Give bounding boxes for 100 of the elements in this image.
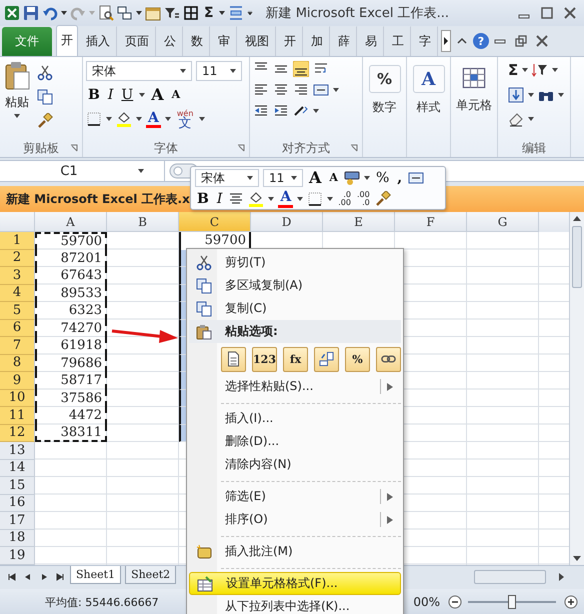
sum-button[interactable]: Σ bbox=[202, 5, 216, 21]
zoom-slider[interactable] bbox=[468, 595, 556, 610]
paste-option-button[interactable] bbox=[221, 346, 246, 372]
row-header[interactable]: 12 bbox=[0, 424, 35, 442]
italic-button[interactable]: I bbox=[214, 190, 224, 206]
row-header[interactable]: 5 bbox=[0, 302, 35, 320]
calendar-icon[interactable] bbox=[145, 5, 161, 21]
layout-icon[interactable] bbox=[117, 5, 133, 21]
caret-icon[interactable] bbox=[164, 117, 171, 121]
caret-icon[interactable] bbox=[528, 93, 534, 97]
dialog-launcher-icon[interactable] bbox=[350, 144, 358, 152]
row-header[interactable]: 13 bbox=[0, 442, 35, 460]
merge-center-icon[interactable] bbox=[408, 170, 424, 186]
dialog-launcher-icon[interactable] bbox=[237, 144, 245, 152]
close-icon[interactable] bbox=[535, 34, 549, 48]
close-icon[interactable] bbox=[563, 6, 577, 20]
caret-icon[interactable] bbox=[528, 117, 534, 121]
cells-button[interactable]: 单元格 bbox=[454, 61, 494, 139]
menu-item[interactable]: 从下拉列表中选择(K)... bbox=[189, 595, 401, 614]
filter-icon[interactable] bbox=[164, 5, 180, 21]
undo-icon[interactable] bbox=[42, 5, 58, 21]
caret-icon[interactable] bbox=[139, 93, 146, 97]
decimal-button[interactable]: .00 .0 bbox=[356, 190, 371, 206]
caret-icon[interactable] bbox=[297, 196, 304, 200]
menu-item[interactable]: 选择性粘贴(S)... bbox=[189, 375, 401, 398]
comma-button[interactable]: , bbox=[395, 170, 404, 186]
row-header[interactable]: 17 bbox=[0, 512, 35, 530]
eraser-icon[interactable] bbox=[508, 111, 524, 127]
column-header[interactable]: F bbox=[395, 212, 467, 232]
row-header[interactable]: 19 bbox=[0, 547, 35, 564]
paste-option-button[interactable]: 123 bbox=[252, 346, 277, 372]
align-bottom-icon[interactable] bbox=[293, 61, 309, 77]
caret-icon[interactable] bbox=[522, 68, 528, 72]
menu-item[interactable]: 插入(I)... bbox=[189, 407, 401, 430]
font-size-field[interactable]: 11 bbox=[196, 61, 242, 81]
shrink-font-button[interactable]: A bbox=[327, 170, 340, 186]
border-icon[interactable] bbox=[307, 190, 324, 206]
row-header[interactable]: 10 bbox=[0, 390, 35, 407]
sheet-tab[interactable]: Sheet2 bbox=[125, 566, 176, 584]
caret-icon[interactable] bbox=[136, 117, 142, 121]
phonetic-button[interactable]: wén 文 bbox=[174, 109, 196, 129]
shrink-font-button[interactable]: A bbox=[170, 86, 182, 104]
caret-icon[interactable] bbox=[558, 93, 564, 97]
menu-item[interactable]: 删除(D)... bbox=[189, 430, 401, 453]
number-button[interactable]: % 数字 bbox=[366, 61, 403, 139]
row-header[interactable]: 4 bbox=[0, 284, 35, 302]
decimal-button[interactable]: .0 .00 bbox=[337, 190, 352, 206]
menu-item[interactable]: 清除内容(N) bbox=[189, 453, 401, 476]
help-button[interactable]: ? bbox=[473, 33, 489, 49]
styles-button[interactable]: A 样式 bbox=[410, 61, 447, 139]
file-tab[interactable]: 文件 bbox=[2, 27, 52, 56]
name-box[interactable]: C1 bbox=[0, 161, 165, 181]
underline-button[interactable]: U bbox=[119, 86, 136, 104]
merge-center-icon[interactable] bbox=[313, 82, 329, 98]
font-name-field[interactable]: 宋体 bbox=[195, 169, 259, 187]
autosum-button[interactable]: Σ bbox=[508, 61, 518, 79]
row-header[interactable]: 15 bbox=[0, 477, 35, 494]
scroll-thumb[interactable] bbox=[572, 226, 582, 288]
grow-font-button[interactable]: A bbox=[307, 170, 324, 186]
caret-icon[interactable] bbox=[327, 196, 334, 200]
column-header[interactable]: A bbox=[35, 212, 107, 232]
save-icon[interactable] bbox=[23, 5, 39, 21]
zoom-out-icon[interactable] bbox=[448, 595, 462, 610]
vertical-scrollbar[interactable] bbox=[569, 212, 584, 564]
row-header[interactable]: 7 bbox=[0, 337, 35, 354]
maximize-icon[interactable] bbox=[540, 6, 554, 20]
align-center-icon[interactable] bbox=[228, 190, 244, 206]
menu-item[interactable]: 多区域复制(A) bbox=[189, 274, 401, 297]
caret-icon[interactable] bbox=[61, 11, 67, 15]
row-header[interactable]: 16 bbox=[0, 494, 35, 512]
caret-icon[interactable] bbox=[313, 109, 319, 113]
bold-button[interactable]: B bbox=[195, 190, 211, 206]
paste-option-button[interactable] bbox=[314, 346, 339, 372]
caret-icon[interactable] bbox=[333, 88, 339, 92]
percent-button[interactable]: % bbox=[374, 170, 392, 186]
caret-icon[interactable] bbox=[199, 117, 206, 121]
caret-icon[interactable] bbox=[268, 196, 274, 200]
row-header[interactable]: 3 bbox=[0, 267, 35, 284]
column-header[interactable]: B bbox=[107, 212, 179, 232]
print-preview-icon[interactable] bbox=[98, 5, 114, 21]
bold-button[interactable]: B bbox=[86, 86, 102, 104]
row-header[interactable]: 1 bbox=[0, 232, 35, 250]
row-header[interactable]: 8 bbox=[0, 354, 35, 372]
column-header[interactable]: E bbox=[323, 212, 395, 232]
menu-item[interactable]: 排序(O) bbox=[189, 508, 401, 531]
paste-option-button[interactable]: fx bbox=[283, 346, 308, 372]
column-header[interactable]: D bbox=[251, 212, 323, 232]
column-header[interactable]: G bbox=[467, 212, 539, 232]
caret-icon[interactable] bbox=[106, 117, 112, 121]
zoom-level[interactable]: 00% bbox=[413, 595, 440, 610]
row-header[interactable]: 6 bbox=[0, 320, 35, 337]
row-header[interactable]: 18 bbox=[0, 530, 35, 547]
fill-color-icon[interactable] bbox=[116, 111, 132, 127]
paste-option-button[interactable]: % bbox=[345, 346, 370, 372]
format-painter-icon[interactable] bbox=[374, 190, 391, 206]
menu-item[interactable]: 设置单元格格式(F)... bbox=[189, 572, 401, 595]
caret-icon[interactable] bbox=[364, 176, 370, 180]
paste-option-button[interactable] bbox=[376, 346, 401, 372]
customize-caret-icon[interactable] bbox=[246, 11, 253, 15]
ribbon-tab[interactable]: 开 bbox=[56, 25, 78, 56]
